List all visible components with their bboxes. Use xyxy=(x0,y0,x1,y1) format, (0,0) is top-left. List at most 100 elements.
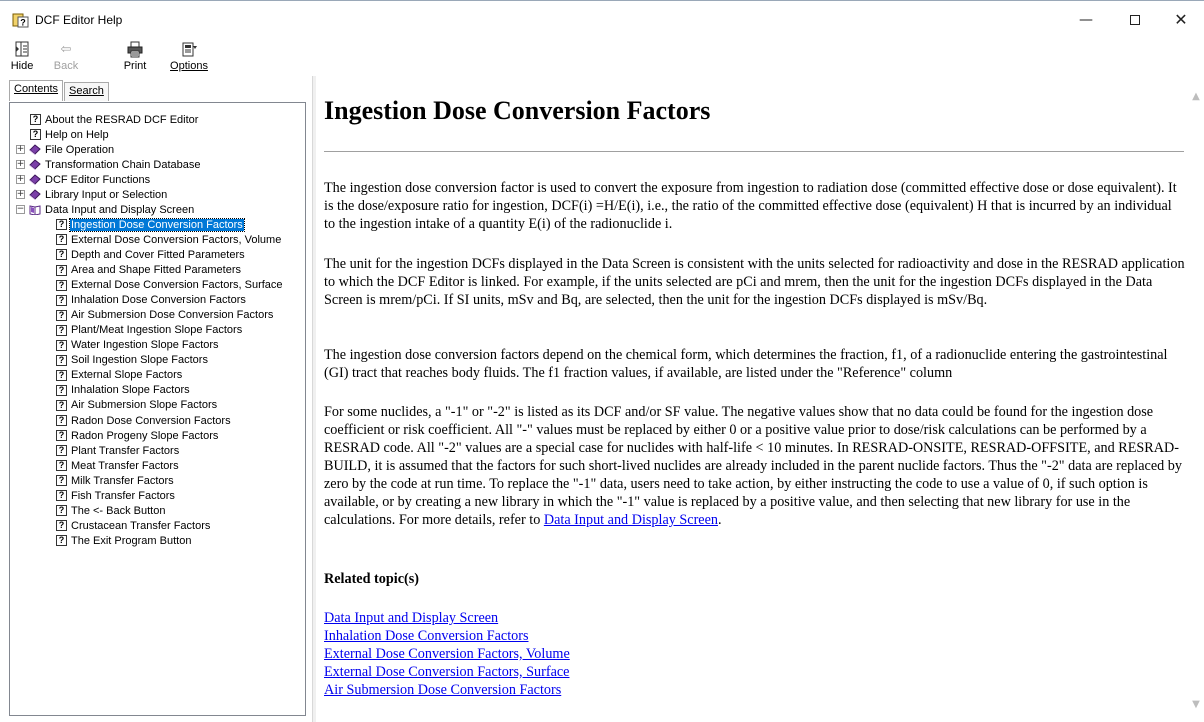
options-label-text: Options xyxy=(170,60,208,72)
tree-item[interactable]: ? External Dose Conversion Factors, Volum… xyxy=(56,232,282,247)
tree-item[interactable]: ? Soil Ingestion Slope Factors xyxy=(56,353,209,368)
tree-item[interactable]: ? Water Ingestion Slope Factors xyxy=(56,338,220,353)
pane-splitter[interactable] xyxy=(312,76,316,722)
help-topic-icon: ? xyxy=(56,294,67,306)
tree-item-label: Help on Help xyxy=(45,128,109,141)
tree-item[interactable]: ? Area and Shape Fitted Parameters xyxy=(56,263,242,278)
tree-item-label: Data Input and Display Screen xyxy=(45,203,195,216)
tree-item-label: The Exit Program Button xyxy=(71,534,192,547)
tab-search-label: Search xyxy=(69,85,104,97)
help-topic-icon: ? xyxy=(56,354,67,366)
tree-item-label: Plant Transfer Factors xyxy=(71,444,180,457)
scroll-down-arrow-icon[interactable]: ▼ xyxy=(1188,696,1204,712)
tree-item[interactable]: + Library Input or Selection xyxy=(16,187,168,202)
related-topic-link[interactable]: Air Submersion Dose Conversion Factors xyxy=(324,681,570,699)
tree-item[interactable]: ? Plant/Meat Ingestion Slope Factors xyxy=(56,323,243,338)
help-topic-icon: ? xyxy=(56,249,67,261)
tree-item[interactable]: ? External Slope Factors xyxy=(56,368,183,383)
back-arrow-icon: ⇦ xyxy=(60,42,72,57)
paragraph-negative-values: For some nuclides, a "-1" or "-2" is lis… xyxy=(324,403,1186,529)
tree-item[interactable]: + Transformation Chain Database xyxy=(16,157,202,172)
scroll-up-arrow-icon[interactable]: ▲ xyxy=(1188,88,1204,104)
title-divider xyxy=(324,151,1184,152)
help-topic-icon: ? xyxy=(56,324,67,336)
tree-item[interactable]: ? Air Submersion Dose Conversion Factors xyxy=(56,308,274,323)
book-icon xyxy=(29,159,41,171)
print-label: Print xyxy=(123,60,147,72)
related-topic-link[interactable]: External Dose Conversion Factors, Surfac… xyxy=(324,663,570,681)
tree-item-label: External Dose Conversion Factors, Volume xyxy=(71,233,282,246)
tree-item[interactable]: ? Help on Help xyxy=(30,127,110,142)
help-topic-icon: ? xyxy=(56,369,67,381)
help-topic-icon: ? xyxy=(56,264,67,276)
tree-item[interactable]: ? Depth and Cover Fitted Parameters xyxy=(56,247,246,262)
vertical-scrollbar[interactable]: ▲ ▼ xyxy=(1188,76,1204,722)
help-topic-icon: ? xyxy=(56,490,67,502)
tree-item[interactable]: ? The Exit Program Button xyxy=(56,533,192,548)
help-topic-icon: ? xyxy=(56,445,67,457)
tree-item[interactable]: − Data Input and Display Screen xyxy=(16,202,195,217)
tree-item-label: Ingestion Dose Conversion Factors xyxy=(69,217,245,232)
tree-item[interactable]: ? Air Submersion Slope Factors xyxy=(56,398,218,413)
expand-icon[interactable]: + xyxy=(16,190,25,200)
tree-item-label: Radon Dose Conversion Factors xyxy=(71,414,231,427)
related-topic-link[interactable]: Inhalation Dose Conversion Factors xyxy=(324,627,570,645)
help-topic-icon: ? xyxy=(56,339,67,351)
tree-item[interactable]: ? Plant Transfer Factors xyxy=(56,443,180,458)
tree-item[interactable]: ? Ingestion Dose Conversion Factors xyxy=(56,217,245,232)
options-button[interactable]: Options xyxy=(168,41,210,75)
tree-item[interactable]: ? Fish Transfer Factors xyxy=(56,488,176,503)
help-topic-icon: ? xyxy=(56,384,67,396)
tree-item[interactable]: ? Milk Transfer Factors xyxy=(56,473,175,488)
print-button[interactable]: Print xyxy=(120,41,150,75)
tree-item[interactable]: ? Radon Progeny Slope Factors xyxy=(56,428,219,443)
paragraph-definition: The ingestion dose conversion factor is … xyxy=(324,180,1177,232)
paragraph-units: The unit for the ingestion DCFs displaye… xyxy=(324,256,1185,308)
tree-item[interactable]: ? About the RESRAD DCF Editor xyxy=(30,112,199,127)
minimize-button[interactable]: — xyxy=(1063,1,1109,38)
help-topic-icon: ? xyxy=(30,114,41,125)
help-topic-icon: ? xyxy=(56,460,67,472)
contents-tree[interactable]: ? About the RESRAD DCF Editor? Help on Hel… xyxy=(9,102,306,716)
tree-item[interactable]: ? Inhalation Dose Conversion Factors xyxy=(56,293,247,308)
tree-item[interactable]: ? Radon Dose Conversion Factors xyxy=(56,413,232,428)
tree-item[interactable]: ? Inhalation Slope Factors xyxy=(56,383,191,398)
nav-tabs: Contents Search xyxy=(9,80,109,102)
help-topic-icon: ? xyxy=(56,279,67,291)
tree-item[interactable]: + File Operation xyxy=(16,142,115,157)
help-topic-icon: ? xyxy=(56,520,67,532)
tree-item[interactable]: ? Meat Transfer Factors xyxy=(56,458,180,473)
toolbar: Hide ⇦ Back Print Options xyxy=(0,41,1204,75)
tree-item-label: Inhalation Slope Factors xyxy=(71,384,190,397)
hide-button[interactable]: Hide xyxy=(7,41,37,75)
collapse-icon[interactable]: − xyxy=(16,205,25,215)
help-app-icon: ? xyxy=(12,13,29,28)
tree-item-label: Crustacean Transfer Factors xyxy=(71,519,211,532)
tree-item-label: Soil Ingestion Slope Factors xyxy=(71,354,208,367)
related-topic-link[interactable]: Data Input and Display Screen xyxy=(324,609,570,627)
help-topic-icon: ? xyxy=(56,505,67,517)
book-icon xyxy=(29,189,41,201)
tree-item[interactable]: + DCF Editor Functions xyxy=(16,172,151,187)
help-topic-icon: ? xyxy=(56,535,67,547)
help-topic-icon: ? xyxy=(56,219,67,231)
inline-link-data-input[interactable]: Data Input and Display Screen xyxy=(544,512,718,528)
tree-item-label: Radon Progeny Slope Factors xyxy=(71,429,219,442)
tree-item[interactable]: ? The <- Back Button xyxy=(56,503,166,518)
tab-search[interactable]: Search xyxy=(64,82,109,101)
tree-item-label: Area and Shape Fitted Parameters xyxy=(71,264,241,276)
navigation-pane: Contents Search ? About the RESRAD DCF Ed… xyxy=(2,76,312,722)
close-button[interactable]: ✕ xyxy=(1158,1,1204,38)
expand-icon[interactable]: + xyxy=(16,160,25,170)
tree-item[interactable]: ? External Dose Conversion Factors, Surfa… xyxy=(56,278,284,293)
tree-item-label: External Slope Factors xyxy=(71,369,183,382)
expand-icon[interactable]: + xyxy=(16,145,25,155)
svg-text:?: ? xyxy=(20,18,26,28)
tab-contents[interactable]: Contents xyxy=(9,80,64,101)
expand-icon[interactable]: + xyxy=(16,175,25,185)
tree-item[interactable]: ? Crustacean Transfer Factors xyxy=(56,518,211,533)
maximize-button[interactable] xyxy=(1112,1,1158,38)
back-button[interactable]: ⇦ Back xyxy=(50,41,82,75)
tree-item-label: Milk Transfer Factors xyxy=(71,474,174,487)
related-topic-link[interactable]: External Dose Conversion Factors, Volume xyxy=(324,645,570,663)
